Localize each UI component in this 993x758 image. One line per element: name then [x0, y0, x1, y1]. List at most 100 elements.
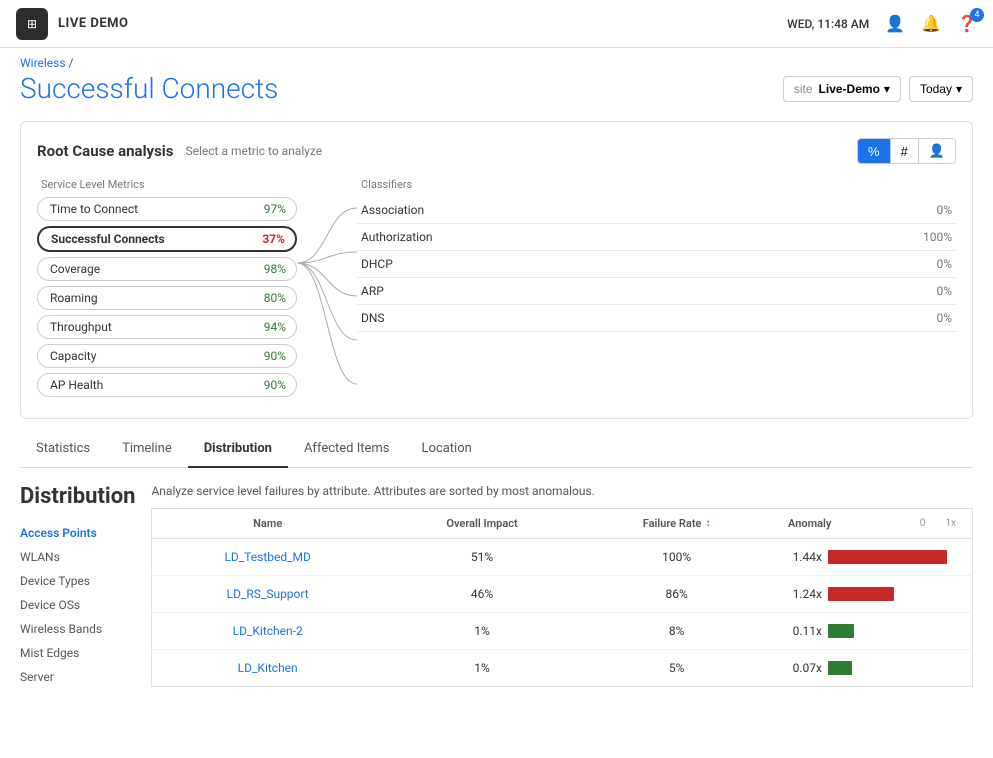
classifier-dns[interactable]: DNS 0% — [357, 305, 956, 332]
metrics-column: Service Level Metrics Time to Connect 97… — [37, 178, 297, 402]
anomaly-bar — [828, 550, 947, 564]
connector-area — [297, 178, 357, 398]
anomaly-value: 1.24x — [784, 587, 822, 601]
dist-nav-mist-edges[interactable]: Mist Edges — [20, 641, 135, 665]
metric-successful-connects[interactable]: Successful Connects 37% — [37, 226, 297, 252]
tab-distribution[interactable]: Distribution — [188, 431, 288, 468]
classifier-name: DHCP — [361, 257, 393, 271]
rca-title: Root Cause analysis — [37, 142, 174, 160]
dist-nav-wlans[interactable]: WLANs — [20, 545, 135, 569]
dist-nav-device-types[interactable]: Device Types — [20, 569, 135, 593]
dist-nav-device-oss[interactable]: Device OSs — [20, 593, 135, 617]
row-name-link[interactable]: LD_Kitchen — [238, 661, 298, 675]
metric-pct: 37% — [262, 232, 285, 246]
classifier-pct: 100% — [923, 230, 952, 244]
anomaly-value: 0.11x — [784, 624, 822, 638]
row-failure-rate: 5% — [581, 650, 772, 687]
classifiers-column: Classifiers Association 0% Authorization… — [357, 178, 956, 332]
classifier-pct: 0% — [936, 203, 952, 217]
classifier-dhcp[interactable]: DHCP 0% — [357, 251, 956, 278]
col-header-failure-rate: Failure Rate ↕ — [581, 509, 772, 539]
row-failure-rate: 8% — [581, 613, 772, 650]
metric-name: Throughput — [50, 320, 112, 334]
classifiers-label: Classifiers — [357, 178, 956, 191]
classifier-association[interactable]: Association 0% — [357, 197, 956, 224]
dist-nav-wireless-bands[interactable]: Wireless Bands — [20, 617, 135, 641]
row-name-link[interactable]: LD_Testbed_MD — [224, 550, 310, 564]
distribution-area: Distribution Access Points WLANs Device … — [0, 468, 993, 705]
tab-statistics[interactable]: Statistics — [20, 431, 106, 468]
page-controls: site Live-Demo ▾ Today ▾ — [783, 76, 973, 102]
metric-pct: 90% — [264, 378, 286, 392]
row-impact: 51% — [383, 539, 581, 576]
header-right: WED, 11:48 AM 👤 🔔 ❓ 4 — [787, 14, 977, 33]
distribution-title: Distribution — [20, 484, 135, 509]
metric-coverage[interactable]: Coverage 98% — [37, 257, 297, 281]
anomaly-bar — [828, 587, 894, 601]
metric-pct: 94% — [264, 320, 286, 334]
tab-location[interactable]: Location — [406, 431, 488, 468]
row-impact: 1% — [383, 613, 581, 650]
table-row: LD_Testbed_MD 51% 100% 1.44x — [152, 539, 973, 576]
metric-ap-health[interactable]: AP Health 90% — [37, 373, 297, 397]
metric-time-to-connect[interactable]: Time to Connect 97% — [37, 197, 297, 221]
classifier-name: ARP — [361, 284, 384, 298]
tab-affected-items[interactable]: Affected Items — [288, 431, 406, 468]
distribution-main: Analyze service level failures by attrib… — [151, 484, 973, 689]
classifier-pct: 0% — [936, 284, 952, 298]
help-icon[interactable]: ❓ 4 — [957, 14, 977, 33]
classifier-name: Association — [361, 203, 424, 217]
row-name: LD_Kitchen-2 — [152, 613, 383, 650]
row-name: LD_Kitchen — [152, 650, 383, 687]
chevron-down-icon: ▾ — [956, 82, 962, 96]
metric-pct: 97% — [264, 202, 286, 216]
connector-svg — [297, 178, 357, 398]
row-impact: 1% — [383, 650, 581, 687]
row-anomaly-cell: 1.44x — [772, 539, 972, 576]
col-header-anomaly: Anomaly 0 1x — [772, 509, 973, 539]
classifier-pct: 0% — [936, 311, 952, 325]
tabs-bar: Statistics Timeline Distribution Affecte… — [20, 431, 973, 468]
dist-nav-server[interactable]: Server — [20, 665, 135, 689]
dist-nav-access-points[interactable]: Access Points — [20, 521, 135, 545]
header-time: WED, 11:48 AM — [787, 17, 869, 31]
view-user-button[interactable]: 👤 — [919, 139, 955, 163]
site-value: Live-Demo — [819, 82, 880, 96]
metric-roaming[interactable]: Roaming 80% — [37, 286, 297, 310]
metric-name: Roaming — [50, 291, 98, 305]
row-name-link[interactable]: LD_Kitchen-2 — [233, 624, 303, 638]
user-icon[interactable]: 👤 — [885, 14, 905, 33]
bell-icon[interactable]: 🔔 — [921, 14, 941, 33]
row-anomaly-cell: 0.11x — [772, 613, 972, 650]
breadcrumb-parent[interactable]: Wireless — [20, 56, 66, 70]
metric-throughput[interactable]: Throughput 94% — [37, 315, 297, 339]
view-count-button[interactable]: # — [891, 139, 919, 163]
row-name-link[interactable]: LD_RS_Support — [227, 587, 309, 601]
classifier-authorization[interactable]: Authorization 100% — [357, 224, 956, 251]
sort-icon: ↕ — [705, 518, 710, 529]
row-anomaly-cell: 1.24x — [772, 576, 972, 613]
distribution-subtitle: Analyze service level failures by attrib… — [151, 484, 973, 498]
site-dropdown[interactable]: site Live-Demo ▾ — [783, 76, 901, 102]
metric-capacity[interactable]: Capacity 90% — [37, 344, 297, 368]
site-label: site — [794, 82, 813, 96]
table-row: LD_RS_Support 46% 86% 1.24x — [152, 576, 973, 613]
row-name: LD_RS_Support — [152, 576, 383, 613]
rca-card: Root Cause analysis Select a metric to a… — [20, 121, 973, 419]
rca-view-buttons: % # 👤 — [857, 138, 956, 164]
anomaly-value: 1.44x — [784, 550, 822, 564]
page-title-area: Successful Connects site Live-Demo ▾ Tod… — [0, 72, 993, 121]
distribution-table: Name Overall Impact Failure Rate ↕ Anoma… — [151, 508, 973, 687]
classifier-arp[interactable]: ARP 0% — [357, 278, 956, 305]
row-failure-rate: 86% — [581, 576, 772, 613]
distribution-sidebar: Distribution Access Points WLANs Device … — [20, 484, 135, 689]
notification-badge: 4 — [970, 8, 984, 22]
metric-name: Coverage — [50, 262, 100, 276]
period-dropdown[interactable]: Today ▾ — [909, 76, 973, 102]
anomaly-bar — [828, 624, 854, 638]
metric-name: Capacity — [50, 349, 96, 363]
table-header-row: Name Overall Impact Failure Rate ↕ Anoma… — [152, 509, 973, 539]
tab-timeline[interactable]: Timeline — [106, 431, 188, 468]
view-percent-button[interactable]: % — [858, 139, 891, 163]
row-anomaly-cell: 0.07x — [772, 650, 972, 687]
